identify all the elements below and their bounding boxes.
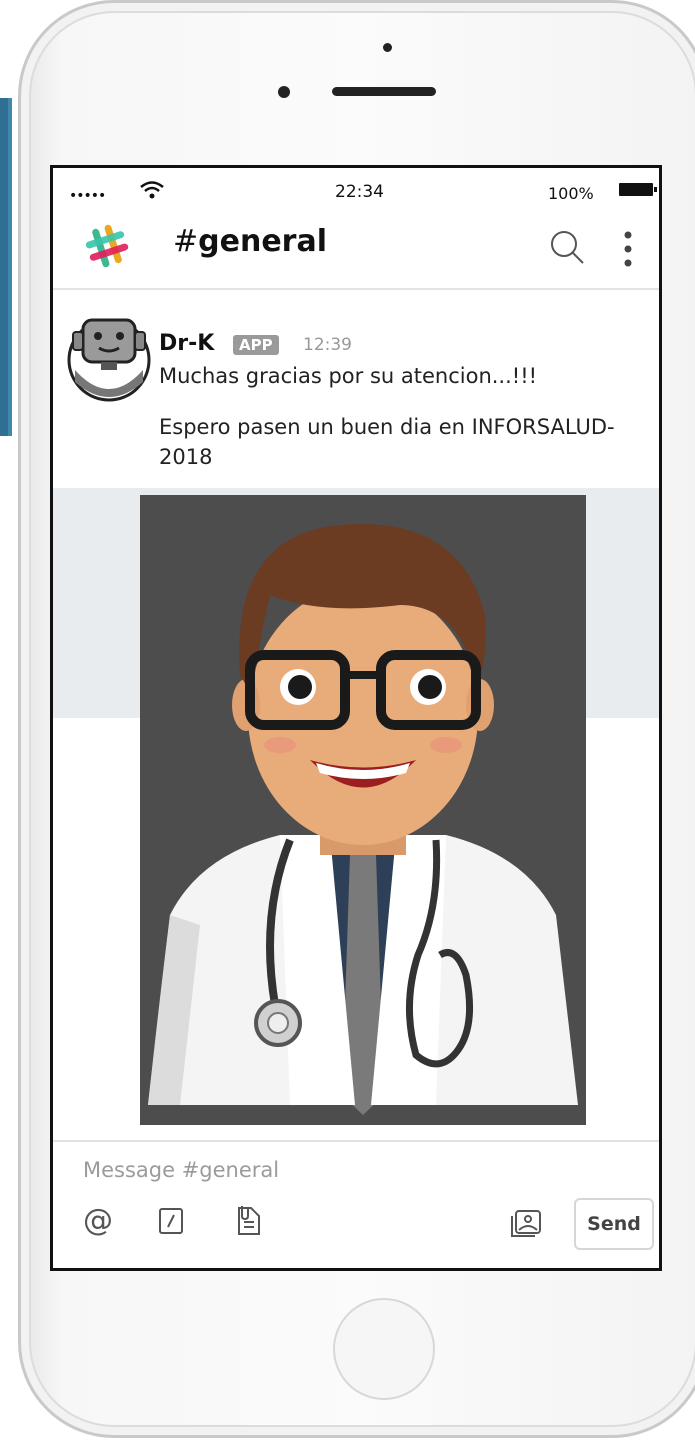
bot-avatar-icon[interactable]: [65, 312, 151, 404]
image-icon[interactable]: [509, 1207, 543, 1239]
phone-screen: ••••• 22:34 100% #general Dr-K APP 12:39…: [50, 165, 662, 1271]
message-input[interactable]: [83, 1158, 483, 1182]
more-vertical-icon[interactable]: [620, 229, 636, 269]
app-badge: APP: [233, 335, 279, 355]
channel-hash: #: [173, 224, 199, 259]
front-sensor: [383, 43, 392, 52]
at-icon[interactable]: @: [83, 1203, 113, 1238]
battery-tip: [654, 187, 657, 192]
composer-divider: [53, 1140, 659, 1142]
send-button[interactable]: Send: [574, 1198, 654, 1250]
battery-icon: [619, 183, 653, 196]
message-time: 12:39: [303, 335, 352, 355]
slack-logo-icon: [85, 224, 129, 268]
doctor-image-attachment[interactable]: [140, 495, 586, 1125]
channel-title[interactable]: #general: [173, 224, 327, 259]
doctor-cartoon-illustration: [140, 495, 586, 1125]
signal-strength: •••••: [69, 188, 106, 204]
message-text-line-2: Espero pasen un buen dia en INFORSALUD-2…: [159, 415, 615, 469]
home-button[interactable]: [333, 1298, 435, 1400]
front-camera: [278, 86, 290, 98]
slash-command-icon[interactable]: [159, 1208, 183, 1234]
channel-name: general: [198, 224, 327, 259]
message-text-line-1: Muchas gracias por su atencion...!!!: [159, 364, 538, 388]
attach-file-icon[interactable]: [233, 1204, 263, 1238]
wifi-icon: [140, 181, 164, 199]
battery-percentage: 100%: [548, 184, 594, 203]
channel-header: #general: [53, 212, 659, 290]
message-sender[interactable]: Dr-K: [159, 331, 214, 356]
search-icon[interactable]: [549, 229, 585, 265]
status-bar: ••••• 22:34 100%: [53, 168, 659, 212]
earpiece-speaker: [332, 87, 436, 96]
background-stripe-highlight: [8, 98, 12, 436]
status-time: 22:34: [335, 182, 384, 202]
